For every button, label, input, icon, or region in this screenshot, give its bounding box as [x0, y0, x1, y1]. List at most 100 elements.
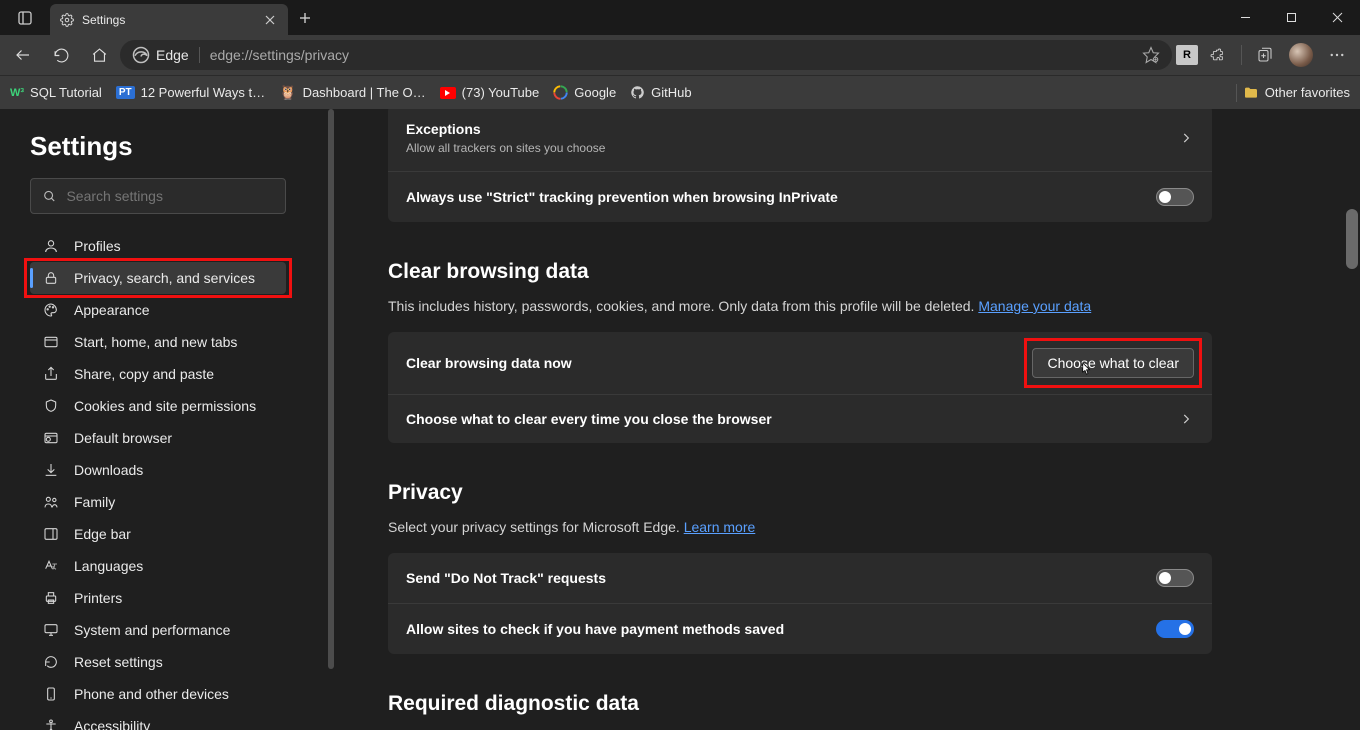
choose-what-to-clear-button[interactable]: Choose what to clear [1032, 348, 1194, 378]
gear-icon [60, 13, 74, 27]
row-label: Always use "Strict" tracking prevention … [406, 189, 838, 205]
google-icon [553, 85, 568, 100]
exceptions-row[interactable]: Exceptions Allow all trackers on sites y… [388, 109, 1212, 171]
home-button[interactable] [82, 39, 116, 71]
browser-tab-active[interactable]: Settings [50, 4, 288, 35]
more-menu-button[interactable] [1320, 39, 1354, 71]
nav-accessibility[interactable]: Accessibility [30, 710, 286, 730]
bookmark-item[interactable]: GitHub [630, 85, 691, 100]
privacy-description: Select your privacy settings for Microso… [388, 519, 1212, 535]
tab-title: Settings [82, 13, 254, 27]
clear-data-heading: Clear browsing data [388, 260, 1212, 284]
clear-now-row: Clear browsing data now Choose what to c… [388, 332, 1212, 394]
scrollbar-thumb[interactable] [1346, 209, 1358, 269]
other-favorites-button[interactable]: Other favorites [1243, 85, 1350, 101]
close-icon [265, 15, 275, 25]
nav-phone[interactable]: Phone and other devices [30, 678, 286, 710]
page-content: Settings Profiles Privacy, search, and s… [0, 109, 1360, 730]
address-bar[interactable]: Edge edge://settings/privacy [120, 40, 1172, 70]
family-icon [43, 494, 59, 510]
folder-icon [1243, 85, 1259, 101]
nav-appearance[interactable]: Appearance [30, 294, 286, 326]
address-url: edge://settings/privacy [210, 47, 349, 63]
profile-icon [43, 238, 59, 254]
strict-inprivate-toggle[interactable] [1156, 188, 1194, 206]
window-maximize-button[interactable] [1268, 0, 1314, 35]
window-minimize-button[interactable] [1222, 0, 1268, 35]
row-label: Allow sites to check if you have payment… [406, 621, 784, 637]
extension-r-button[interactable]: R [1176, 45, 1198, 65]
bookmark-item[interactable]: (73) YouTube [440, 85, 540, 100]
settings-sidebar: Settings Profiles Privacy, search, and s… [0, 109, 340, 730]
printer-icon [43, 590, 59, 606]
search-icon [43, 189, 56, 204]
bookmark-item[interactable]: 🦉Dashboard | The O… [279, 84, 426, 101]
strict-inprivate-row: Always use "Strict" tracking prevention … [388, 171, 1212, 222]
settings-search[interactable] [30, 178, 286, 214]
plus-icon [299, 12, 311, 24]
favorite-star-icon[interactable] [1142, 46, 1160, 64]
nav-label: Cookies and site permissions [74, 398, 256, 414]
payment-methods-toggle[interactable] [1156, 620, 1194, 638]
bookmark-item[interactable]: Google [553, 85, 616, 100]
new-tab-button[interactable] [288, 0, 322, 35]
clear-on-close-row[interactable]: Choose what to clear every time you clos… [388, 394, 1212, 443]
home-icon [91, 47, 108, 64]
nav-label: Phone and other devices [74, 686, 229, 702]
bookmark-label: SQL Tutorial [30, 85, 102, 100]
tab-actions-icon [17, 10, 33, 26]
privacy-learn-more-link[interactable]: Learn more [684, 519, 756, 535]
window-close-button[interactable] [1314, 0, 1360, 35]
nav-downloads[interactable]: Downloads [30, 454, 286, 486]
nav-label: Languages [74, 558, 143, 574]
nav-profiles[interactable]: Profiles [30, 230, 286, 262]
collections-button[interactable] [1248, 39, 1282, 71]
bookmark-item[interactable]: PT12 Powerful Ways t… [116, 85, 265, 100]
clear-data-description: This includes history, passwords, cookie… [388, 298, 1212, 314]
sidebar-scrollbar[interactable] [328, 109, 334, 730]
refresh-button[interactable] [44, 39, 78, 71]
back-button[interactable] [6, 39, 40, 71]
separator [199, 47, 200, 63]
nav-share[interactable]: Share, copy and paste [30, 358, 286, 390]
minimize-icon [1240, 12, 1251, 23]
nav-label: Reset settings [74, 654, 163, 670]
extensions-button[interactable] [1200, 39, 1234, 71]
tab-actions-button[interactable] [0, 0, 50, 35]
nav-label: Default browser [74, 430, 172, 446]
window-controls [1222, 0, 1360, 35]
row-sublabel: Allow all trackers on sites you choose [406, 141, 605, 155]
tab-close-button[interactable] [262, 12, 278, 28]
manage-your-data-link[interactable]: Manage your data [978, 298, 1091, 314]
phone-icon [43, 686, 59, 702]
nav-privacy[interactable]: Privacy, search, and services [30, 262, 286, 294]
chevron-right-icon [1178, 411, 1194, 427]
nav-printers[interactable]: Printers [30, 582, 286, 614]
site-identity-label: Edge [156, 47, 189, 63]
edge-icon [132, 46, 150, 64]
row-label: Send "Do Not Track" requests [406, 570, 606, 586]
nav-cookies[interactable]: Cookies and site permissions [30, 390, 286, 422]
scrollbar-thumb[interactable] [328, 109, 334, 669]
main-scrollbar[interactable] [1346, 119, 1358, 719]
nav-languages[interactable]: Languages [30, 550, 286, 582]
settings-main-panel: Exceptions Allow all trackers on sites y… [340, 109, 1360, 730]
share-icon [43, 366, 59, 382]
nav-default-browser[interactable]: Default browser [30, 422, 286, 454]
nav-system[interactable]: System and performance [30, 614, 286, 646]
avatar-icon [1289, 43, 1313, 67]
site-identity[interactable]: Edge [132, 46, 189, 64]
profile-button[interactable] [1284, 39, 1318, 71]
accessibility-icon [43, 718, 59, 730]
nav-start[interactable]: Start, home, and new tabs [30, 326, 286, 358]
nav-reset[interactable]: Reset settings [30, 646, 286, 678]
nav-family[interactable]: Family [30, 486, 286, 518]
settings-nav: Profiles Privacy, search, and services A… [30, 230, 320, 730]
bookmark-item[interactable]: W³SQL Tutorial [10, 85, 102, 100]
search-input[interactable] [66, 188, 273, 204]
nav-edge-bar[interactable]: Edge bar [30, 518, 286, 550]
dnt-toggle[interactable] [1156, 569, 1194, 587]
separator [1236, 84, 1237, 102]
privacy-heading: Privacy [388, 481, 1212, 505]
refresh-icon [53, 47, 70, 64]
